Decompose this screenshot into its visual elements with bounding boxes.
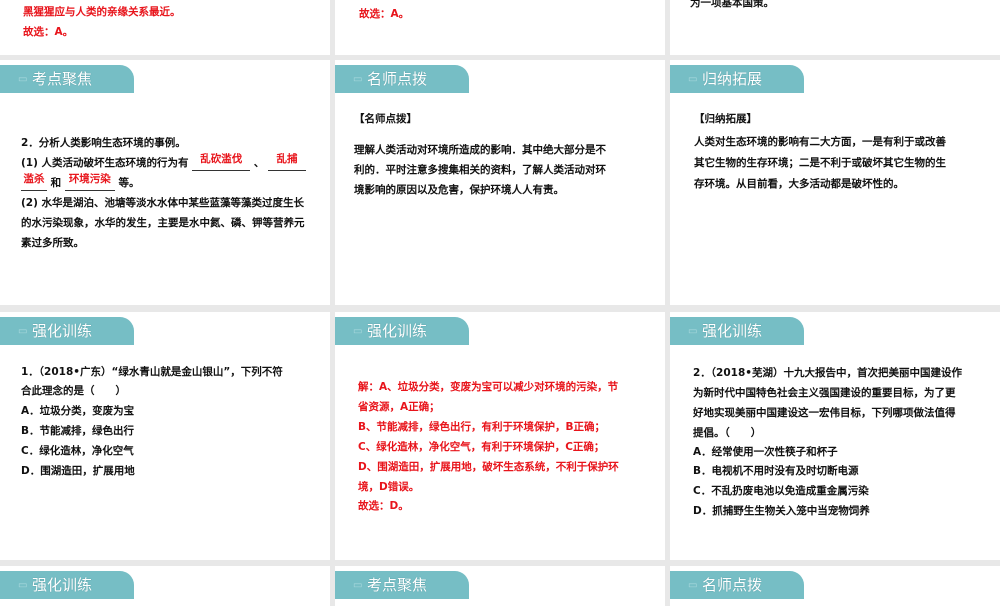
section-tab: ▭ 名师点拨: [335, 65, 469, 93]
answer: 乱砍滥伐: [200, 153, 243, 165]
question-line: 提倡。（ ）: [693, 427, 762, 439]
heading: 【名师点拨】: [354, 113, 417, 125]
question-title: 2．分析人类影响生态环境的事例。: [21, 137, 186, 149]
book-icon: ▭: [18, 74, 28, 85]
section-tab: ▭ 归纳拓展: [670, 65, 804, 93]
answer-line: 故选：A。: [359, 8, 410, 20]
answer-line: 黑猩猩应与人类的亲缘关系最近。: [23, 6, 181, 18]
answer-blank: 环境污染: [64, 173, 115, 191]
option-d: D．围湖造田，扩展用地: [21, 465, 135, 477]
text: (1) 人类活动破坏生态环境的行为有: [21, 157, 189, 169]
slide-r2-c1[interactable]: ▭ 强化训练 1．（2018•广东）“绿水青山就是金山银山”，下列不符 合此理念的…: [0, 312, 330, 560]
slide-r2-c3[interactable]: ▭ 强化训练 2．（2018•芜湖）十九大报告中，首次把美丽中国建设作 为新时代中…: [670, 312, 1000, 560]
book-icon: ▭: [688, 326, 698, 337]
solution-line: D、围湖造田，扩展用地，破坏生态系统，不利于保护环: [358, 461, 619, 473]
book-icon: ▭: [353, 326, 363, 337]
option-c: C．不乱扔废电池以免造成重金属污染: [693, 485, 869, 497]
slide-r1-c3[interactable]: ▭ 归纳拓展 【归纳拓展】 人类对生态环境的影响有二大方面，一是有利于或改善 其它…: [670, 60, 1000, 305]
answer: 环境污染: [68, 173, 111, 185]
text-line: 人类对生态环境的影响有二大方面，一是有利于或改善: [694, 136, 946, 148]
question-part1-cont: 滥杀 和 环境污染 等。: [21, 173, 140, 194]
tab-title: 强化训练: [32, 576, 93, 594]
text-line: (2) 水华是湖泊、池塘等淡水水体中某些蓝藻等藻类过度生长: [21, 197, 305, 209]
section-tab: ▭ 强化训练: [0, 317, 134, 345]
text-line: 为一项基本国策。: [690, 0, 774, 9]
book-icon: ▭: [688, 74, 698, 85]
tab-title: 归纳拓展: [702, 70, 763, 88]
text: 和: [50, 177, 62, 189]
option-a: A．经常使用一次性筷子和杯子: [693, 446, 838, 458]
solution-line: B、节能减排，绿色出行，有利于环境保护，B正确；: [358, 421, 606, 433]
answer-blank: 滥杀: [21, 173, 47, 191]
option-b: B．电视机不用时没有及时切断电源: [693, 465, 859, 477]
answer-blank: 乱砍滥伐: [192, 153, 251, 171]
slide-r0-c3[interactable]: 为一项基本国策。: [670, 0, 1000, 55]
slide-r1-c2[interactable]: ▭ 名师点拨 【名师点拨】 理解人类活动对环境所造成的影响．其中绝大部分是不 利的…: [335, 60, 665, 305]
question-line: 好地实现美丽中国建设这一宏伟目标，下列哪项做法值得: [693, 407, 956, 419]
tab-title: 名师点拨: [702, 576, 763, 594]
text-line: 存环境。从目前看，大多活动都是破坏性的。: [694, 178, 904, 190]
question-line: 合此理念的是（ ）: [21, 385, 126, 397]
option-b: B．节能减排，绿色出行: [21, 425, 135, 437]
text: 等。: [118, 177, 140, 189]
question-line: 为新时代中国特色社会主义强国建设的重要目标，为了更: [693, 387, 956, 399]
book-icon: ▭: [353, 74, 363, 85]
text-line: 素过多所致。: [21, 237, 84, 249]
section-tab: ▭ 考点聚焦: [0, 65, 134, 93]
solution-answer: 故选：D。: [358, 500, 409, 512]
tab-title: 考点聚焦: [367, 576, 428, 594]
tab-title: 强化训练: [32, 322, 93, 340]
slide-r3-c2[interactable]: ▭ 考点聚焦: [335, 566, 665, 606]
answer: 滥杀: [23, 173, 45, 185]
answer-blank: 乱捕: [268, 153, 307, 171]
answer: 乱捕: [276, 153, 298, 165]
answer-line: 故选：A。: [23, 26, 74, 38]
slide-r0-c1[interactable]: 黑猩猩应与人类的亲缘关系最近。 故选：A。: [0, 0, 330, 55]
text-line: 境影响的原因以及危害，保护环境人人有责。: [354, 184, 564, 196]
book-icon: ▭: [353, 580, 363, 591]
text-line: 其它生物的生存环境；二是不利于或破坏其它生物的生: [694, 157, 946, 169]
slide-r3-c3[interactable]: ▭ 名师点拨: [670, 566, 1000, 606]
solution-line: 境，D错误。: [358, 481, 420, 493]
tab-title: 名师点拨: [367, 70, 428, 88]
tab-title: 强化训练: [367, 322, 428, 340]
question-line: 1．（2018•广东）“绿水青山就是金山银山”，下列不符: [21, 366, 283, 378]
solution-line: 省资源，A正确；: [358, 401, 440, 413]
solution-line: C、绿化造林，净化空气，有利于环境保护，C正确；: [358, 441, 605, 453]
text: 、: [253, 157, 265, 169]
solution-line: 解：A、垃圾分类，变废为宝可以减少对环境的污染，节: [358, 381, 619, 393]
section-tab: ▭ 强化训练: [335, 317, 469, 345]
tab-title: 强化训练: [702, 322, 763, 340]
question-line: 2．（2018•芜湖）十九大报告中，首次把美丽中国建设作: [693, 367, 962, 379]
slide-r2-c2[interactable]: ▭ 强化训练 解：A、垃圾分类，变废为宝可以减少对环境的污染，节 省资源，A正确；…: [335, 312, 665, 560]
text-line: 利的．平时注意多搜集相关的资料，了解人类活动对环: [354, 164, 606, 176]
heading: 【归纳拓展】: [694, 113, 757, 125]
book-icon: ▭: [688, 580, 698, 591]
slide-r3-c1[interactable]: ▭ 强化训练: [0, 566, 330, 606]
text-line: 的水污染现象，水华的发生，主要是水中氮、磷、钾等营养元: [21, 217, 305, 229]
slide-r1-c1[interactable]: ▭ 考点聚焦 2．分析人类影响生态环境的事例。 (1) 人类活动破坏生态环境的行为…: [0, 60, 330, 305]
section-tab: ▭ 名师点拨: [670, 571, 804, 599]
tab-title: 考点聚焦: [32, 70, 93, 88]
section-tab: ▭ 强化训练: [0, 571, 134, 599]
option-d: D．抓捕野生生物关入笼中当宠物饲养: [693, 505, 870, 517]
section-tab: ▭ 考点聚焦: [335, 571, 469, 599]
option-c: C．绿化造林，净化空气: [21, 445, 134, 457]
slide-r0-c2[interactable]: 故选：A。: [335, 0, 665, 55]
option-a: A．垃圾分类，变废为宝: [21, 405, 135, 417]
text-line: 理解人类活动对环境所造成的影响．其中绝大部分是不: [354, 144, 606, 156]
book-icon: ▭: [18, 580, 28, 591]
section-tab: ▭ 强化训练: [670, 317, 804, 345]
question-part1: (1) 人类活动破坏生态环境的行为有 乱砍滥伐 、 乱捕: [21, 153, 307, 174]
book-icon: ▭: [18, 326, 28, 337]
